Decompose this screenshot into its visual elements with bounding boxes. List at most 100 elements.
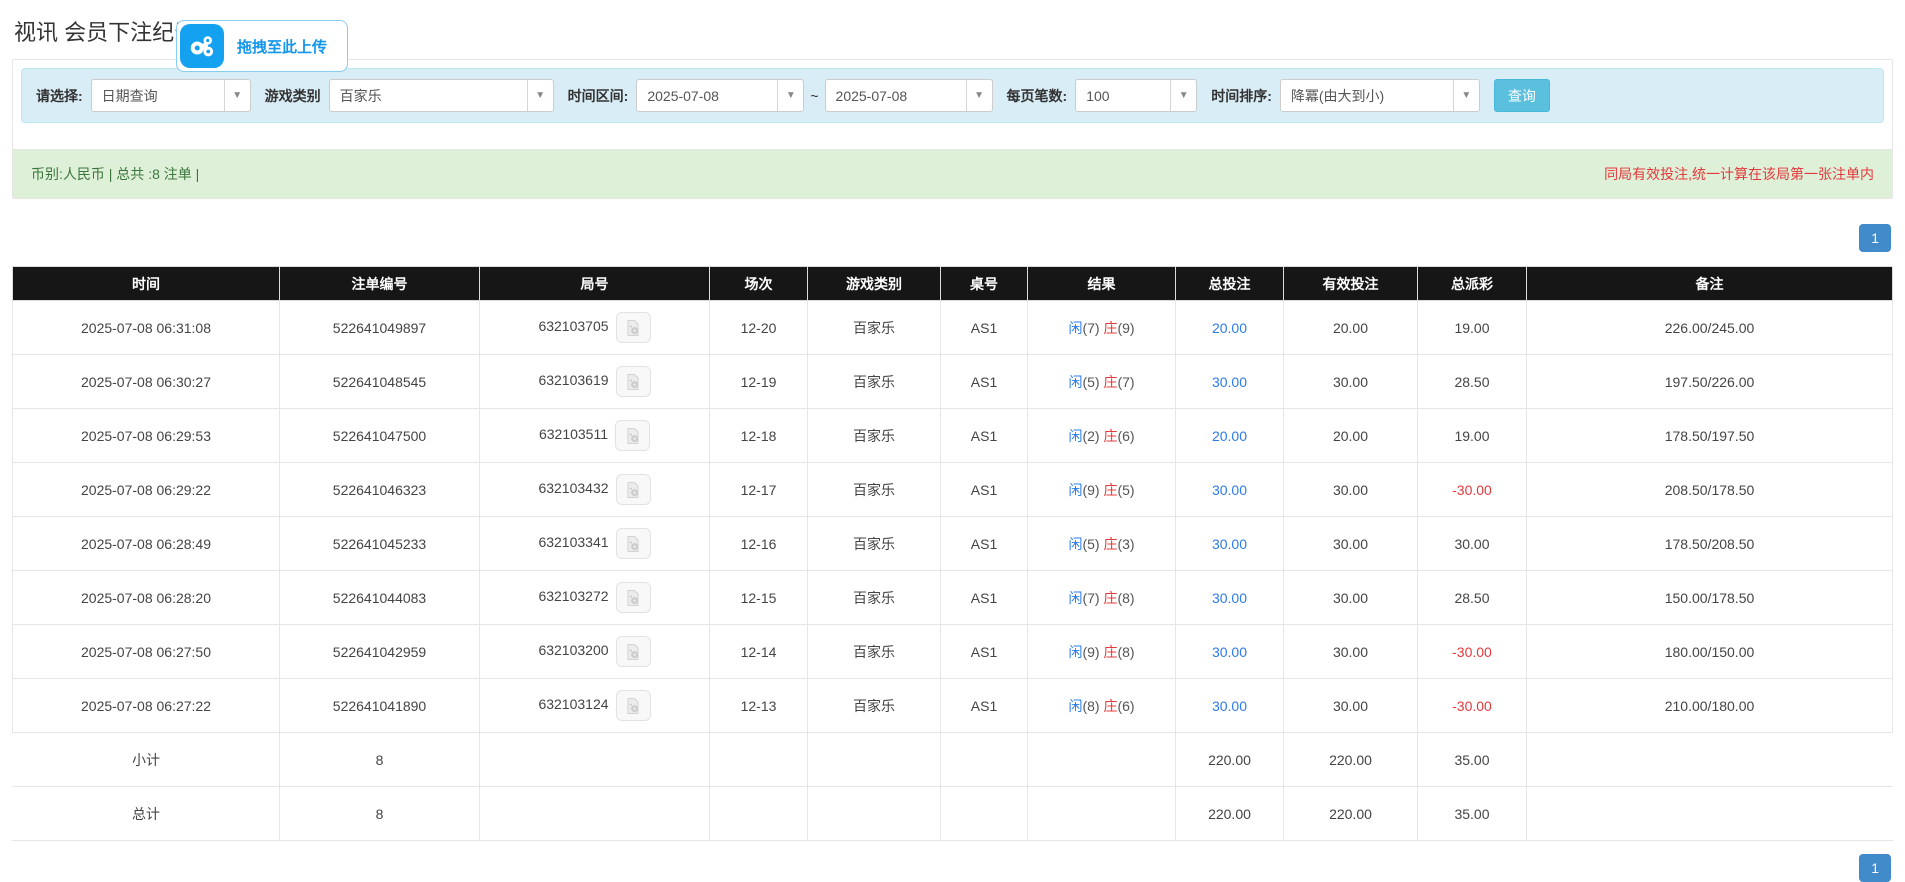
result-player-label: 闲 [1068,590,1082,606]
cell-time: 2025-07-08 06:29:53 [13,409,280,463]
result-player-points: (7) [1082,590,1103,606]
film-icon [624,481,642,499]
filter-bar: 请选择: 日期查询 ▼ 游戏类别 百家乐 ▼ 时间区间: 2025-07-08 … [21,68,1884,123]
time-sort-select[interactable]: 降冪(由大到小) ▼ [1280,79,1480,112]
date-mode-label: 请选择: [36,86,83,106]
page: 视讯 会员下注纪录 拖拽至此上传 请选择: 日期查询 ▼ 游戏类别 百 [0,0,1905,882]
cell-valid-bet: 30.00 [1284,679,1418,733]
total-bet-link[interactable]: 30.00 [1212,644,1247,660]
video-replay-button[interactable] [616,690,651,721]
table-row: 2025-07-08 06:31:08522641049897632103705… [13,301,1893,355]
pagination-page-1[interactable]: 1 [1859,224,1891,252]
cell-total-bet: 20.00 [1176,301,1284,355]
subtotal-row-cell [1527,733,1893,787]
cell-payout: 28.50 [1418,571,1527,625]
date-from-value: 2025-07-08 [637,88,719,104]
total-bet-link[interactable]: 20.00 [1212,428,1247,444]
cell-time: 2025-07-08 06:28:49 [13,517,280,571]
cell-remark: 210.00/180.00 [1527,679,1893,733]
total-bet-link[interactable]: 30.00 [1212,536,1247,552]
table-row: 2025-07-08 06:27:50522641042959632103200… [13,625,1893,679]
video-replay-button[interactable] [616,366,651,397]
chevron-down-icon: ▼ [1453,80,1479,111]
cell-valid-bet: 30.00 [1284,517,1418,571]
table-row: 2025-07-08 06:28:49522641045233632103341… [13,517,1893,571]
date-mode-select[interactable]: 日期查询 ▼ [91,79,251,112]
cell-remark: 150.00/178.50 [1527,571,1893,625]
payout-value: 19.00 [1454,428,1489,444]
round-number-text: 632103511 [539,426,608,442]
result-player-label: 闲 [1068,644,1082,660]
result-player-label: 闲 [1068,320,1082,336]
column-header: 总投注 [1176,267,1284,301]
total-row-cell [941,787,1028,841]
time-sort-label: 时间排序: [1211,86,1272,106]
video-replay-button[interactable] [615,420,650,451]
drag-upload-overlay[interactable]: 拖拽至此上传 [176,20,348,72]
cell-time: 2025-07-08 06:31:08 [13,301,280,355]
cell-valid-bet: 30.00 [1284,571,1418,625]
game-type-value: 百家乐 [330,86,382,106]
subtotal-row-cell [480,733,710,787]
cell-table-number: AS1 [941,571,1028,625]
subtotal-row-cell: 小计 [13,733,280,787]
pagination-top: 1 [12,224,1893,252]
result-banker-label: 庄 [1103,590,1117,606]
cell-total-bet: 30.00 [1176,517,1284,571]
result-banker-points: (9) [1117,320,1134,336]
chevron-down-icon: ▼ [527,80,553,111]
time-sort-value: 降冪(由大到小) [1281,86,1384,106]
cell-session: 12-17 [710,463,808,517]
cell-valid-bet: 30.00 [1284,463,1418,517]
cell-round-number: 632103511 [480,409,710,463]
subtotal-row-cell: 8 [280,733,480,787]
cell-session: 12-14 [710,625,808,679]
result-player-label: 闲 [1068,428,1082,444]
cell-round-number: 632103432 [480,463,710,517]
result-banker-points: (5) [1117,482,1134,498]
total-bet-link[interactable]: 20.00 [1212,320,1247,336]
result-banker-label: 庄 [1103,536,1117,552]
cell-payout: -30.00 [1418,625,1527,679]
video-replay-button[interactable] [616,528,651,559]
video-replay-button[interactable] [616,582,651,613]
chevron-down-icon: ▼ [1170,80,1196,111]
query-button[interactable]: 查询 [1494,79,1550,112]
cloud-drive-icon [180,24,224,68]
total-bet-link[interactable]: 30.00 [1212,482,1247,498]
total-bet-link[interactable]: 30.00 [1212,590,1247,606]
page-size-select[interactable]: 100 ▼ [1075,79,1197,112]
currency-total-text: 币别:人民币 | 总共 :8 注单 | [31,164,199,184]
round-number-text: 632103341 [538,534,608,550]
column-header: 局号 [480,267,710,301]
video-replay-button[interactable] [616,474,651,505]
cell-table-number: AS1 [941,409,1028,463]
subtotal-row-cell: 220.00 [1284,733,1418,787]
round-number-text: 632103432 [538,480,608,496]
cell-game-type: 百家乐 [808,301,941,355]
cell-total-bet: 30.00 [1176,571,1284,625]
date-from-select[interactable]: 2025-07-08 ▼ [636,79,804,112]
result-banker-label: 庄 [1103,482,1117,498]
table-header-row: 时间注单编号局号场次游戏类别桌号结果总投注有效投注总派彩备注 [13,267,1893,301]
video-replay-button[interactable] [616,636,651,667]
cell-game-type: 百家乐 [808,571,941,625]
result-player-label: 闲 [1068,698,1082,714]
date-to-value: 2025-07-08 [826,88,908,104]
total-bet-link[interactable]: 30.00 [1212,374,1247,390]
column-header: 备注 [1527,267,1893,301]
pagination-page-1[interactable]: 1 [1859,854,1891,882]
subtotal-row-cell: 220.00 [1176,733,1284,787]
cell-bet-number: 522641044083 [280,571,480,625]
game-type-select[interactable]: 百家乐 ▼ [329,79,554,112]
cell-game-type: 百家乐 [808,679,941,733]
total-bet-link[interactable]: 30.00 [1212,698,1247,714]
cell-game-type: 百家乐 [808,463,941,517]
video-replay-button[interactable] [616,312,651,343]
round-number-text: 632103705 [538,318,608,334]
film-icon [624,373,642,391]
result-player-label: 闲 [1068,374,1082,390]
total-row-cell: 220.00 [1284,787,1418,841]
total-row-cell: 220.00 [1176,787,1284,841]
date-to-select[interactable]: 2025-07-08 ▼ [825,79,993,112]
